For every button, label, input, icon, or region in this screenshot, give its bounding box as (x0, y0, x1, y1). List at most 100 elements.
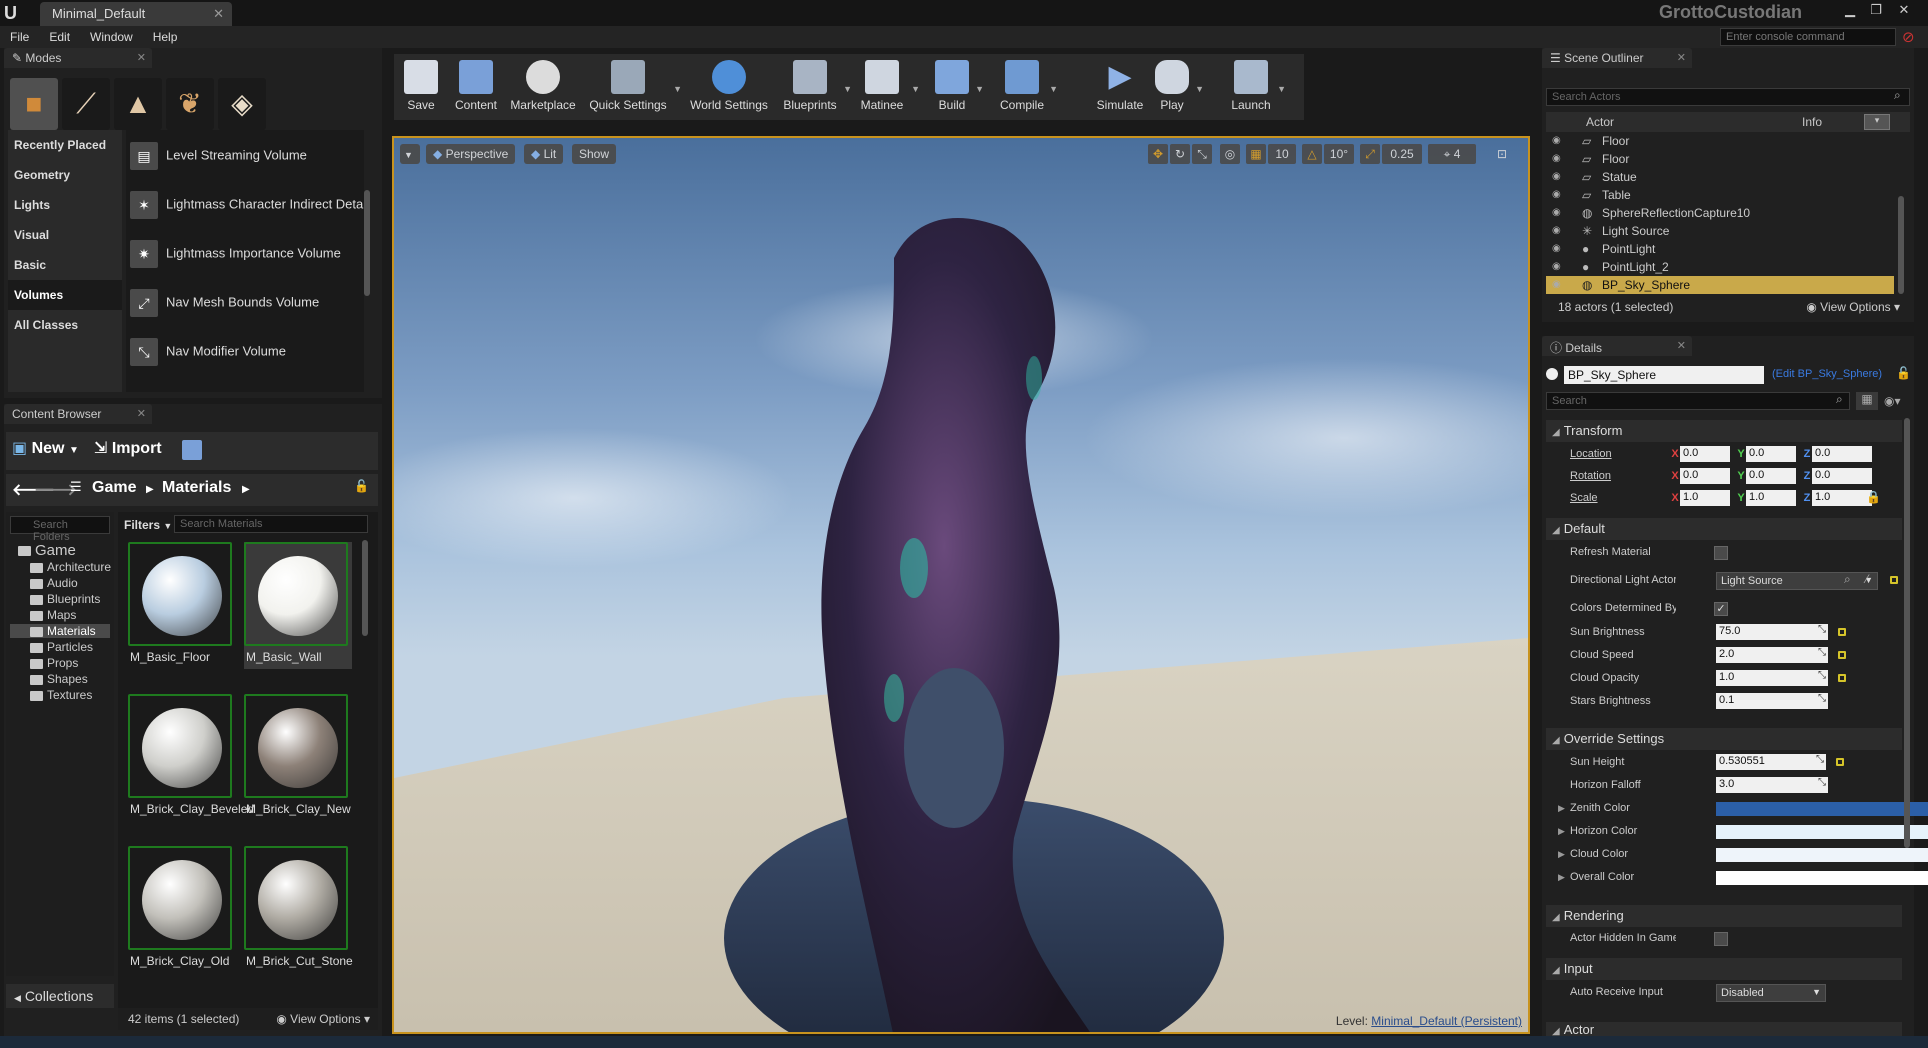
asset-tile[interactable]: M_Brick_Cut_Stone (244, 846, 353, 973)
scale-icon[interactable]: ⤡ (1192, 144, 1212, 164)
view-options-button[interactable]: ◉ View Options ▾ (276, 1012, 370, 1026)
tree-item-game[interactable]: Game (18, 542, 76, 559)
close-tab-icon[interactable]: ✕ (213, 6, 224, 22)
category-volumes[interactable]: Volumes (8, 280, 122, 310)
tree-item[interactable]: Blueprints (30, 592, 100, 606)
chevron-down-icon[interactable]: ▼ (1277, 84, 1286, 94)
tree-item[interactable]: Architecture (30, 560, 111, 574)
menu-file[interactable]: File (0, 26, 39, 48)
rotation-snap-value[interactable]: 10° (1324, 144, 1354, 164)
section-input[interactable]: ◢ Input (1546, 958, 1902, 980)
list-item[interactable]: ✷ Lightmass Importance Volume (126, 228, 364, 277)
viewport-options-button[interactable]: ▼ (400, 144, 420, 164)
chevron-down-icon[interactable]: ▼ (673, 84, 682, 94)
table-row[interactable]: ◉ ▱ Statue (1546, 168, 1894, 186)
marketplace-button[interactable]: Marketplace (508, 58, 578, 116)
table-row[interactable]: ◉ ◍ BP_Sky_Sphere (1546, 276, 1894, 294)
console-input[interactable]: Enter console command (1720, 28, 1896, 46)
build-button[interactable]: Build ▼ (932, 58, 984, 116)
tab-scene-outliner[interactable]: ☰ Scene Outliner ✕ (1542, 48, 1692, 68)
table-row[interactable]: ◉ ▱ Floor (1546, 150, 1894, 168)
perspective-button[interactable]: ◆ Perspective (426, 144, 516, 164)
expand-icon[interactable]: ▶ (1558, 803, 1565, 814)
property-label[interactable]: Scale (1570, 492, 1676, 504)
scale-x-field[interactable]: X 1.0 (1670, 490, 1730, 506)
chevron-right-icon[interactable]: ▶ (242, 484, 250, 495)
grid-snap-icon[interactable]: ▦ (1246, 144, 1266, 164)
browse-icon[interactable]: ⌕ (1844, 572, 1851, 587)
horizon-falloff-input[interactable]: 3.0 ⤡ (1716, 777, 1828, 793)
scale-y-field[interactable]: Y 1.0 (1736, 490, 1796, 506)
rotation-y-field[interactable]: Y 0.0 (1736, 468, 1796, 484)
expand-icon[interactable]: ▶ (1558, 872, 1565, 883)
breadcrumb-game[interactable]: Game (92, 479, 136, 497)
list-item[interactable]: ⤡ Nav Modifier Volume (126, 326, 364, 375)
edit-blueprint-link[interactable]: (Edit BP_Sky_Sphere) (1772, 368, 1882, 380)
scrollbar[interactable] (362, 540, 368, 636)
maximize-icon[interactable]: ❐ (1864, 2, 1888, 18)
tree-item[interactable]: Props (30, 656, 78, 670)
save-button[interactable]: Save (398, 58, 444, 116)
lock-icon[interactable]: 🔓 (1896, 366, 1911, 380)
breadcrumb-materials[interactable]: Materials (162, 479, 231, 497)
camera-speed-button[interactable]: ⌖ 4 (1428, 144, 1476, 164)
location-z-field[interactable]: Z 0.0 (1802, 446, 1872, 462)
content-button[interactable]: Content (448, 58, 504, 116)
location-x-field[interactable]: X 0.0 (1670, 446, 1730, 462)
location-y-field[interactable]: Y 0.0 (1736, 446, 1796, 462)
close-icon[interactable]: ✕ (1677, 51, 1686, 64)
chevron-down-icon[interactable]: ▼ (911, 84, 920, 94)
chevron-down-icon[interactable]: ▼ (1049, 84, 1058, 94)
eye-icon[interactable]: ◉ (1552, 261, 1564, 272)
list-item[interactable]: ⤢ Nav Mesh Bounds Volume (126, 277, 364, 326)
table-row[interactable]: ◉ ✳ Light Source (1546, 222, 1894, 240)
paint-mode-button[interactable]: ⟋ (62, 78, 110, 130)
launch-button[interactable]: Launch ▼ (1228, 58, 1286, 116)
close-icon[interactable]: ✕ (137, 51, 146, 64)
rotation-x-field[interactable]: X 0.0 (1670, 468, 1730, 484)
section-transform[interactable]: ◢ Transform (1546, 420, 1902, 442)
asset-tile[interactable]: M_Basic_Wall (244, 542, 352, 669)
eye-icon[interactable]: ◉ (1552, 279, 1564, 290)
property-label[interactable]: Location (1570, 448, 1676, 460)
section-actor[interactable]: ◢ Actor (1546, 1022, 1902, 1036)
eye-icon[interactable]: ◉ (1552, 171, 1564, 182)
refresh-material-checkbox[interactable] (1714, 546, 1728, 560)
scrollbar[interactable] (364, 190, 370, 296)
simulate-button[interactable]: ▶ Simulate (1094, 58, 1146, 116)
tree-item[interactable]: Textures (30, 688, 92, 702)
actor-hidden-checkbox[interactable] (1714, 932, 1728, 946)
asset-tile[interactable]: M_Brick_Clay_New (244, 694, 352, 821)
grid-snap-value[interactable]: 10 (1268, 144, 1296, 164)
category-recently-placed[interactable]: Recently Placed (8, 130, 122, 160)
scrollbar[interactable] (1898, 196, 1904, 294)
chevron-right-icon[interactable]: ▶ (146, 484, 154, 495)
import-button[interactable]: ⇲ Import (94, 438, 162, 458)
scrollbar[interactable] (1904, 418, 1910, 848)
column-info[interactable]: Info (1802, 115, 1822, 129)
reset-default-icon[interactable] (1838, 628, 1846, 636)
section-override-settings[interactable]: ◢ Override Settings (1546, 728, 1902, 750)
translate-icon[interactable]: ✥ (1148, 144, 1168, 164)
geometry-mode-button[interactable]: ◈ (218, 78, 266, 130)
world-local-icon[interactable]: ◎ (1220, 144, 1240, 164)
details-search-input[interactable]: Search (1546, 392, 1850, 410)
section-rendering[interactable]: ◢ Rendering (1546, 905, 1902, 927)
asset-tile[interactable]: M_Basic_Floor (128, 542, 236, 669)
lit-button[interactable]: ◆ Lit (524, 144, 564, 164)
blueprints-button[interactable]: Blueprints ▼ (780, 58, 852, 116)
level-tab[interactable]: Minimal_Default ✕ (40, 2, 232, 26)
close-icon[interactable]: ✕ (137, 407, 146, 420)
actor-name-field[interactable]: BP_Sky_Sphere (1564, 366, 1764, 384)
level-viewport[interactable]: ▼ ◆ Perspective ◆ Lit Show ✥ ↻ ⤡ ◎ ▦ 10 … (392, 136, 1530, 1034)
list-item[interactable]: ▤ Level Streaming Volume (126, 130, 364, 179)
expand-icon[interactable]: ▶ (1558, 826, 1565, 837)
actor-search-input[interactable]: Search Actors (1546, 88, 1910, 106)
save-all-icon[interactable] (182, 440, 202, 460)
tree-item[interactable]: Maps (30, 608, 76, 622)
new-button[interactable]: ▣ New ▼ (12, 438, 79, 458)
category-visual[interactable]: Visual (8, 220, 122, 250)
chevron-down-icon[interactable]: ▼ (975, 84, 984, 94)
category-all-classes[interactable]: All Classes (8, 310, 122, 340)
table-row[interactable]: ◉ ◍ SphereReflectionCapture10 (1546, 204, 1894, 222)
